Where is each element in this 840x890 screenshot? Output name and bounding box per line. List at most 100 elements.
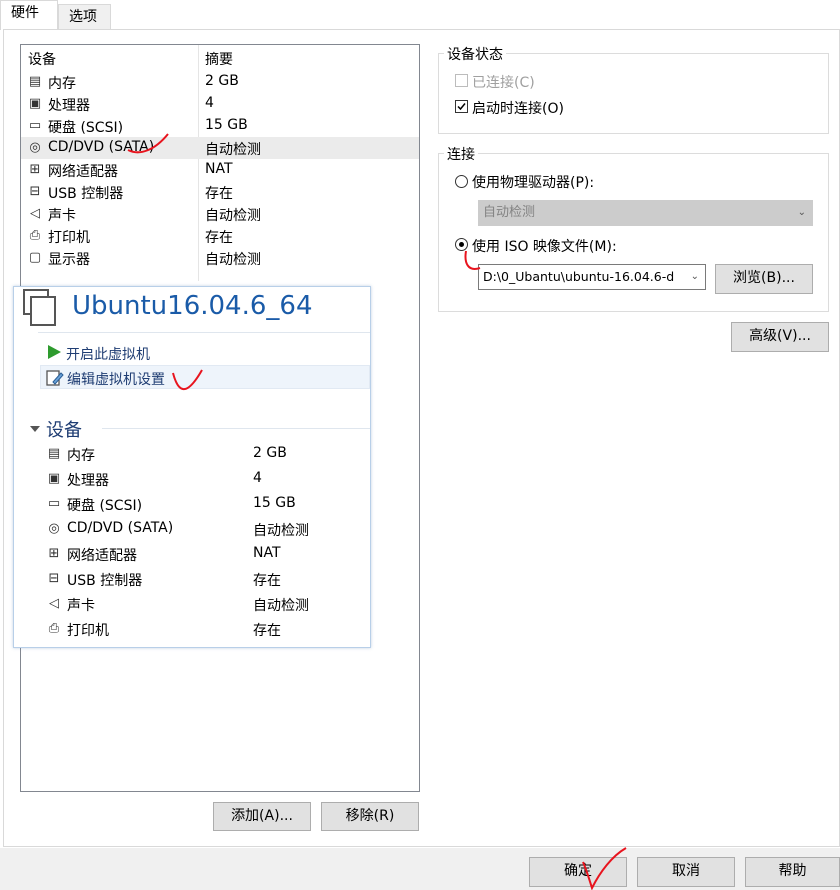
device-summary: 自动检测 [205,252,261,268]
memory-icon: ▤ [28,74,42,89]
collapse-triangle-icon[interactable] [29,424,41,434]
display-icon: ▢ [28,250,42,265]
physical-drive-select[interactable]: 自动检测 ⌄ [478,200,813,226]
device-row[interactable]: ⎙ 打印机 存在 [21,225,419,247]
device-status-group [438,53,829,134]
connected-label: 已连接(C) [472,75,535,91]
device-status-title: 设备状态 [444,44,506,64]
vm-device-row[interactable]: ▭ 硬盘 (SCSI) 15 GB [44,492,364,516]
edit-vm-settings-label: 编辑虚拟机设置 [67,372,165,388]
device-summary: 存在 [205,186,233,202]
physical-drive-label: 使用物理驱动器(P): [472,175,595,191]
device-name: CD/DVD (SATA) [48,139,155,155]
column-header-summary[interactable]: 摘要 [205,49,233,69]
iso-path-value: D:\0_Ubantu\ubuntu-16.04.6-d [483,269,675,284]
tab-options[interactable]: 选项 [58,4,111,30]
device-summary: NAT [205,161,233,177]
chevron-down-icon: ⌄ [688,265,699,289]
vm-device-summary: 2 GB [253,445,287,461]
edit-vm-settings-action[interactable]: 编辑虚拟机设置 [40,365,370,389]
iso-image-radio[interactable] [455,238,468,251]
vm-device-name: 处理器 [67,473,109,489]
vm-device-row[interactable]: ◁ 声卡 自动检测 [44,592,364,616]
sound-card-icon: ◁ [30,206,40,221]
device-summary: 自动检测 [205,208,261,224]
device-summary: 自动检测 [205,142,261,158]
help-button[interactable]: 帮助 [745,857,840,887]
devices-section-title: 设备 [46,420,82,441]
processor-icon: ▣ [47,471,61,486]
vm-device-row[interactable]: ◎ CD/DVD (SATA) 自动检测 [44,517,364,541]
vm-device-row[interactable]: ⎙ 打印机 存在 [44,617,364,641]
power-on-vm-action[interactable]: 开启此虚拟机 [40,341,370,365]
device-name: 声卡 [48,208,76,224]
device-list-header: 设备 摘要 [21,49,419,71]
device-name: 内存 [48,76,76,92]
memory-icon: ▤ [47,446,61,461]
vm-icon [23,289,56,326]
vm-device-name: 声卡 [67,598,95,614]
network-adapter-icon: ⊞ [48,546,60,561]
sound-card-icon: ◁ [49,596,59,611]
device-summary: 4 [205,95,214,111]
device-row[interactable]: ▣ 处理器 4 [21,93,419,115]
iso-path-combo[interactable]: D:\0_Ubantu\ubuntu-16.04.6-d ⌄ [478,264,706,290]
connected-checkbox[interactable] [455,74,468,87]
ok-button[interactable]: 确定 [529,857,627,887]
tab-bar: 硬件 选项 [0,0,840,30]
vm-device-name: 网络适配器 [67,548,137,564]
vm-device-summary: 自动检测 [253,523,309,539]
vm-device-summary: 存在 [253,623,281,639]
processor-icon: ▣ [28,96,42,111]
power-on-vm-label: 开启此虚拟机 [66,347,150,363]
vm-device-row[interactable]: ▣ 处理器 4 [44,467,364,491]
device-row[interactable]: ▢ 显示器 自动检测 [21,247,419,269]
harddisk-icon: ▭ [47,496,61,511]
checkmark-icon [457,103,466,111]
add-button[interactable]: 添加(A)... [213,802,311,831]
vm-device-summary: NAT [253,545,281,561]
device-row[interactable]: ◁ 声卡 自动检测 [21,203,419,225]
remove-button[interactable]: 移除(R) [321,802,419,831]
harddisk-icon: ▭ [28,118,42,133]
cancel-button[interactable]: 取消 [637,857,735,887]
vm-device-name: CD/DVD (SATA) [67,520,174,536]
cd-dvd-icon: ◎ [29,140,41,155]
device-name: 显示器 [48,252,90,268]
device-row[interactable]: ▤ 内存 2 GB [21,71,419,93]
iso-image-label: 使用 ISO 映像文件(M): [472,239,617,255]
device-summary: 2 GB [205,73,239,89]
device-row[interactable]: ▭ 硬盘 (SCSI) 15 GB [21,115,419,137]
vm-device-summary: 自动检测 [253,598,309,614]
connect-at-power-on-checkbox[interactable] [455,100,468,113]
device-name: 打印机 [48,230,90,246]
vm-device-name: 内存 [67,448,95,464]
device-summary: 15 GB [205,117,248,133]
column-header-device[interactable]: 设备 [28,49,56,69]
vm-title: Ubuntu16.04.6_64 [72,291,313,321]
usb-icon: ⊟ [48,571,60,586]
vm-device-name: 打印机 [67,623,109,639]
vm-device-row[interactable]: ▤ 内存 2 GB [44,442,364,466]
vm-device-row[interactable]: ⊞ 网络适配器 NAT [44,542,364,566]
browse-button[interactable]: 浏览(B)... [715,264,813,294]
usb-icon: ⊟ [29,184,41,199]
vm-device-row[interactable]: ⊟ USB 控制器 存在 [44,567,364,591]
connect-at-power-on-label: 启动时连接(O) [472,101,564,117]
vm-device-name: 硬盘 (SCSI) [67,498,143,514]
divider [38,332,370,333]
connection-title: 连接 [444,144,478,164]
device-name: 网络适配器 [48,164,118,180]
device-row[interactable]: ⊞ 网络适配器 NAT [21,159,419,181]
physical-drive-radio[interactable] [455,175,468,188]
device-row[interactable]: ◎ CD/DVD (SATA) 自动检测 [21,137,419,159]
device-name: USB 控制器 [48,186,124,202]
vm-summary-card: Ubuntu16.04.6_64 开启此虚拟机 编辑虚拟机设置 设备 ▤ 内存 2 … [13,286,371,648]
play-icon [48,345,61,359]
device-row[interactable]: ⊟ USB 控制器 存在 [21,181,419,203]
printer-icon: ⎙ [48,621,60,636]
tab-hardware[interactable]: 硬件 [0,0,58,30]
advanced-button[interactable]: 高级(V)... [731,322,829,352]
chevron-down-icon: ⌄ [797,207,806,218]
vm-device-summary: 存在 [253,573,281,589]
